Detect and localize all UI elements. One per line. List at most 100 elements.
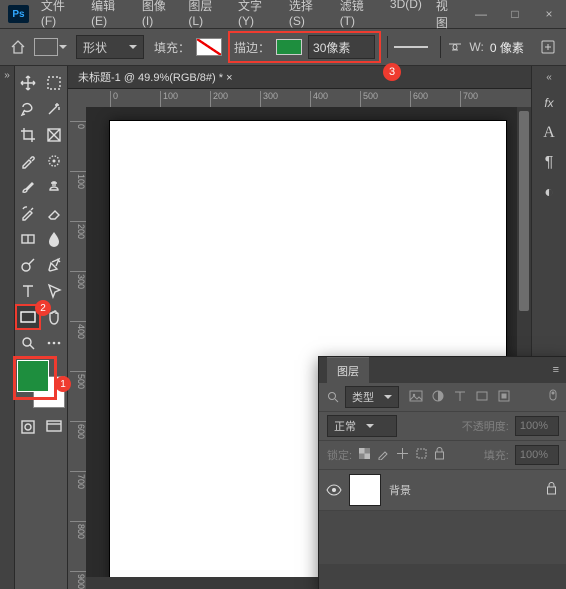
paragraph-icon[interactable]: ¶: [539, 153, 559, 173]
stroke-width-input[interactable]: 30像素: [308, 35, 375, 59]
color-swatches: 1: [15, 358, 65, 408]
lock-icon: [546, 482, 557, 498]
rectangle-tool[interactable]: 2: [15, 304, 41, 330]
layer-name[interactable]: 背景: [389, 482, 411, 498]
stroke-label: 描边：: [234, 39, 270, 56]
window-minimize-button[interactable]: —: [464, 0, 498, 28]
quick-mask-toggle[interactable]: [15, 414, 41, 440]
history-brush-tool[interactable]: [15, 200, 41, 226]
move-tool[interactable]: [15, 70, 41, 96]
layers-tab[interactable]: 图层: [327, 357, 369, 384]
filter-shape-icon[interactable]: [475, 389, 489, 406]
frame-tool[interactable]: [41, 122, 67, 148]
menu-select[interactable]: 选择(S): [283, 0, 332, 35]
menu-view[interactable]: 视图: [430, 0, 464, 35]
ruler-vertical[interactable]: 0100200300400500600700800900: [68, 107, 86, 589]
screen-mode-toggle[interactable]: [41, 414, 67, 440]
ruler-horizontal[interactable]: 0100200300400500600700: [86, 89, 531, 107]
title-bar: Ps 文件(F) 编辑(E) 图像(I) 图层(L) 文字(Y) 选择(S) 滤…: [0, 0, 566, 29]
shape-mode-label: 形状: [83, 39, 107, 56]
lock-artboard-icon[interactable]: [415, 447, 428, 463]
shape-mode-dropdown[interactable]: 形状: [76, 35, 144, 59]
color-wheel-icon[interactable]: ◐: [539, 183, 559, 203]
lock-pixels-icon[interactable]: [358, 447, 371, 463]
layer-fill-label: 填充:: [484, 447, 509, 463]
width-value[interactable]: 0 像素: [490, 39, 524, 56]
spot-heal-tool[interactable]: [41, 148, 67, 174]
eyedropper-tool[interactable]: [15, 148, 41, 174]
dodge-tool[interactable]: [15, 252, 41, 278]
link-wh-icon[interactable]: [447, 40, 463, 54]
ruler-corner: [68, 89, 86, 107]
menu-layer[interactable]: 图层(L): [182, 0, 230, 35]
brush-tool[interactable]: [15, 174, 41, 200]
window-close-button[interactable]: ×: [532, 0, 566, 28]
menu-image[interactable]: 图像(I): [136, 0, 181, 35]
crop-tool[interactable]: [15, 122, 41, 148]
layer-row[interactable]: 背景: [319, 470, 566, 511]
gradient-tool[interactable]: [15, 226, 41, 252]
collapse-icon[interactable]: «: [546, 72, 552, 83]
filter-image-icon[interactable]: [409, 389, 423, 406]
expand-icon[interactable]: »: [4, 70, 10, 81]
stroke-style-dropdown[interactable]: [394, 40, 428, 54]
annotation-badge-3: 3: [383, 63, 401, 81]
layer-thumbnail[interactable]: [349, 474, 381, 506]
clone-stamp-tool[interactable]: [41, 174, 67, 200]
menu-edit[interactable]: 编辑(E): [85, 0, 134, 35]
edit-toolbar[interactable]: [41, 330, 67, 356]
opacity-label: 不透明度:: [462, 418, 509, 434]
menu-type[interactable]: 文字(Y): [232, 0, 281, 35]
filter-kind-label: 类型: [352, 389, 374, 405]
stroke-color-swatch[interactable]: [276, 39, 302, 55]
character-icon[interactable]: A: [539, 123, 559, 143]
blur-tool[interactable]: [41, 226, 67, 252]
separator: [440, 36, 441, 58]
layer-fill-value[interactable]: 100%: [515, 445, 559, 465]
lock-brush-icon[interactable]: [377, 447, 390, 463]
lock-move-icon[interactable]: [396, 447, 409, 463]
more-options-icon[interactable]: [538, 37, 558, 57]
eraser-tool[interactable]: [41, 200, 67, 226]
opacity-value[interactable]: 100%: [515, 416, 559, 436]
document-tab[interactable]: 未标题-1 @ 49.9%(RGB/8#) * ×: [68, 66, 531, 89]
stroke-width-value: 30像素: [313, 39, 350, 56]
app-logo: Ps: [8, 5, 29, 23]
filter-adjust-icon[interactable]: [431, 389, 445, 406]
home-icon[interactable]: [8, 37, 28, 57]
annotation-badge-2: 2: [35, 300, 51, 316]
panel-menu-icon[interactable]: ≡: [553, 364, 559, 376]
blend-mode-label: 正常: [334, 418, 356, 434]
left-gutter: »: [0, 66, 15, 589]
toolbox: 2 1: [15, 66, 68, 589]
type-tool[interactable]: [15, 278, 41, 304]
menu-file[interactable]: 文件(F): [35, 0, 83, 35]
lock-label: 锁定:: [327, 447, 352, 463]
search-icon: [327, 391, 339, 403]
annotation-badge-1: 1: [55, 376, 71, 392]
magic-wand-tool[interactable]: [41, 96, 67, 122]
layers-list: 背景: [319, 470, 566, 564]
annotation-highlight-1: [13, 356, 57, 400]
fill-swatch-none[interactable]: [196, 38, 222, 56]
filter-toggle-icon[interactable]: [547, 389, 559, 406]
lasso-tool[interactable]: [15, 96, 41, 122]
filter-smart-icon[interactable]: [497, 389, 511, 406]
filter-kind-dropdown[interactable]: 类型: [345, 386, 399, 408]
window-maximize-button[interactable]: □: [498, 0, 532, 28]
fx-icon[interactable]: fx: [539, 93, 559, 113]
menu-filter[interactable]: 滤镜(T): [334, 0, 382, 35]
stroke-group-highlight: 描边： 30像素: [228, 31, 381, 63]
pen-tool[interactable]: [41, 252, 67, 278]
fill-label: 填充：: [154, 39, 190, 56]
filter-type-icon[interactable]: [453, 389, 467, 406]
menu-3d[interactable]: 3D(D): [384, 0, 428, 35]
width-label: W:: [469, 40, 483, 54]
blend-mode-dropdown[interactable]: 正常: [327, 415, 397, 437]
visibility-toggle[interactable]: [319, 484, 349, 496]
lock-all-icon[interactable]: [434, 447, 445, 463]
marquee-tool[interactable]: [41, 70, 67, 96]
zoom-tool[interactable]: [15, 330, 41, 356]
separator: [387, 36, 388, 58]
tool-preset-picker[interactable]: [34, 38, 58, 56]
